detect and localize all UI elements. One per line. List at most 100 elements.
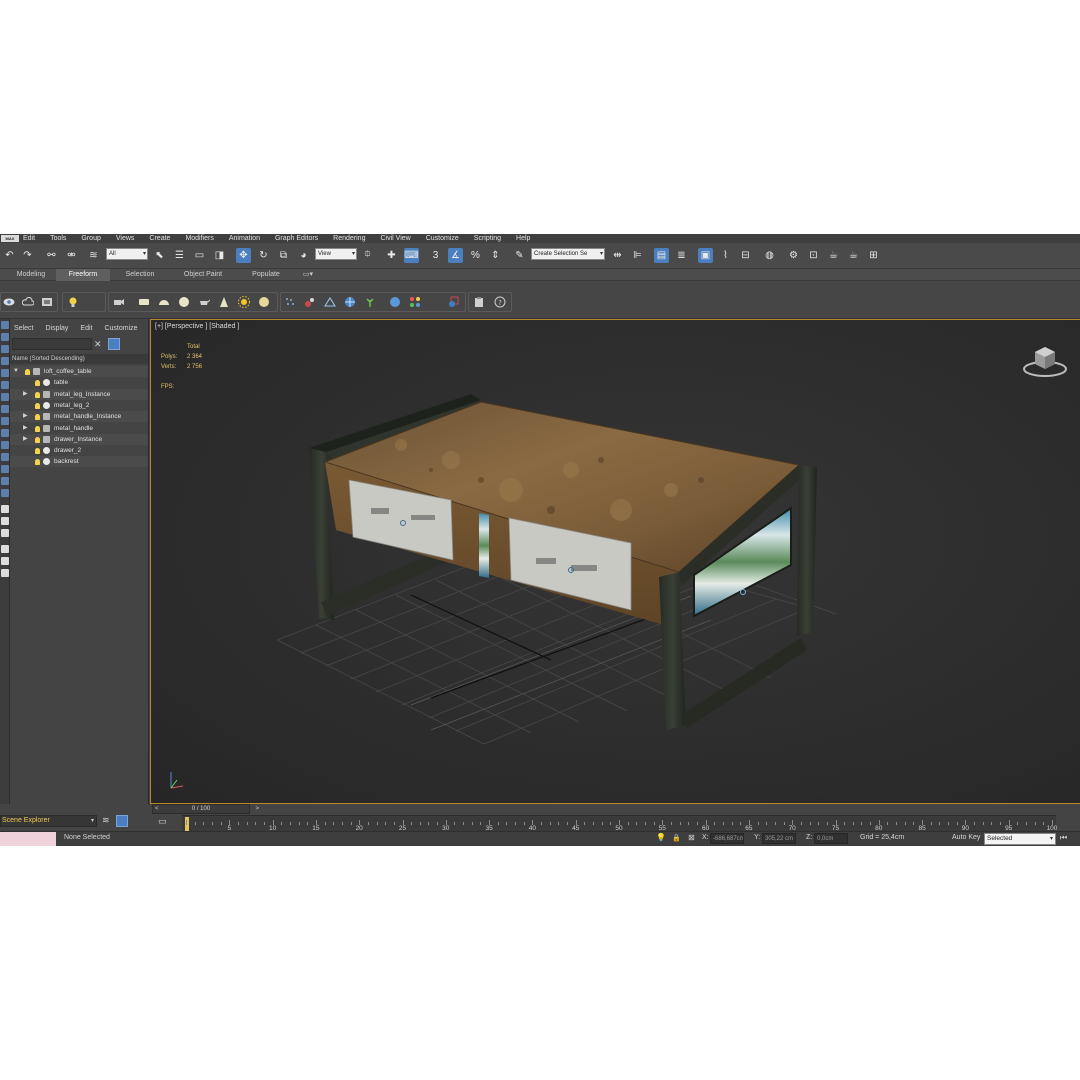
- find-icon[interactable]: [1, 545, 9, 553]
- undo-icon[interactable]: ↶: [2, 248, 17, 263]
- display-influences-icon[interactable]: [1, 489, 9, 497]
- perspective-viewport[interactable]: [+] [Perspective ] [Shaded ] Total Polys…: [150, 319, 1080, 804]
- select-none-icon[interactable]: [1, 529, 9, 537]
- select-all-icon[interactable]: [1, 517, 9, 525]
- sun-icon[interactable]: [237, 295, 251, 309]
- globe-icon[interactable]: [343, 295, 357, 309]
- visibility-bulb-icon[interactable]: [35, 402, 40, 409]
- select-and-rotate-icon[interactable]: ↻: [256, 248, 271, 263]
- plane-icon[interactable]: [137, 295, 151, 309]
- plant-icon[interactable]: [363, 295, 377, 309]
- schematic-view-icon[interactable]: ⊟: [738, 248, 753, 263]
- explorer-menu-edit[interactable]: Edit: [80, 325, 92, 332]
- display-cameras-icon[interactable]: [1, 369, 9, 377]
- eye-icon[interactable]: [2, 295, 16, 309]
- explorer-column-header[interactable]: Name (Sorted Descending): [10, 354, 148, 364]
- display-helpers-icon[interactable]: [1, 381, 9, 389]
- align-icon[interactable]: ⊫: [630, 248, 645, 263]
- time-slider-prev[interactable]: <: [155, 805, 159, 813]
- visibility-bulb-icon[interactable]: [35, 391, 40, 398]
- collapse-arrow-icon[interactable]: ▼: [13, 366, 19, 377]
- viewport-label[interactable]: [+] [Perspective ] [Shaded ]: [155, 323, 239, 330]
- tree-row[interactable]: ▶ metal_handle_Instance: [10, 411, 148, 423]
- ribbon-options-icon[interactable]: ▭▾: [298, 269, 318, 281]
- display-geometry-icon[interactable]: [1, 333, 9, 341]
- layer-explorer-icon[interactable]: ≣: [674, 248, 689, 263]
- scene-explorer-select[interactable]: Scene Explorer: [0, 815, 97, 827]
- z-coordinate-field[interactable]: 0,0cm: [814, 833, 848, 844]
- explorer-search-input[interactable]: [12, 338, 92, 350]
- display-bones-icon[interactable]: [1, 429, 9, 437]
- display-hidden-icon[interactable]: [1, 465, 9, 473]
- link-icon[interactable]: ⚯: [44, 248, 59, 263]
- menu-help[interactable]: Help: [516, 235, 530, 242]
- layer-sort-icon[interactable]: [1, 569, 9, 577]
- display-spacewarps-icon[interactable]: [1, 393, 9, 401]
- curve-editor-icon[interactable]: ⌇: [718, 248, 733, 263]
- tree-row[interactable]: ▼ loft_coffee_table: [10, 366, 148, 377]
- cloud-icon[interactable]: [21, 295, 35, 309]
- help-icon[interactable]: ?: [493, 295, 507, 309]
- tree-row[interactable]: drawer_2: [10, 445, 148, 456]
- select-manipulate-icon[interactable]: ✚: [384, 248, 399, 263]
- keyboard-shortcut-override-icon[interactable]: ⌨: [404, 248, 419, 263]
- percent-snap-icon[interactable]: %: [468, 248, 483, 263]
- clipboard-icon[interactable]: [472, 295, 486, 309]
- display-groups-icon[interactable]: [1, 405, 9, 413]
- named-selection-select[interactable]: Create Selection Se: [531, 248, 605, 260]
- snaps-toggle-icon[interactable]: 3: [428, 248, 443, 263]
- render-setup-icon[interactable]: ⚙: [786, 248, 801, 263]
- visibility-bulb-icon[interactable]: [35, 425, 40, 432]
- track-bar-icon[interactable]: ▭: [158, 816, 172, 827]
- clear-search-icon[interactable]: ✕: [94, 339, 102, 350]
- select-and-move-icon[interactable]: ✥: [236, 248, 251, 263]
- menu-tools[interactable]: Tools: [50, 235, 66, 242]
- pivot-center-icon[interactable]: ⯐: [360, 248, 375, 263]
- y-coordinate-field[interactable]: 305,22 cm: [762, 833, 796, 844]
- select-and-scale-icon[interactable]: ⧉: [276, 248, 291, 263]
- display-containers-icon[interactable]: [1, 441, 9, 449]
- explorer-filter-icon[interactable]: [108, 338, 120, 350]
- absolute-mode-icon[interactable]: ⊠: [688, 833, 695, 842]
- particles-icon[interactable]: [283, 295, 297, 309]
- visibility-bulb-icon[interactable]: [35, 448, 40, 455]
- render-in-cloud-icon[interactable]: ⊞: [866, 248, 881, 263]
- visibility-bulb-icon[interactable]: [35, 459, 40, 466]
- tab-selection[interactable]: Selection: [114, 269, 166, 281]
- lock-icon[interactable]: 🔒: [672, 834, 681, 842]
- menu-views[interactable]: Views: [116, 235, 135, 242]
- app-logo[interactable]: MAX: [1, 235, 19, 242]
- display-frozen-icon[interactable]: [1, 453, 9, 461]
- visibility-bulb-icon[interactable]: [35, 380, 40, 387]
- cone-icon[interactable]: [217, 295, 231, 309]
- bind-space-warp-icon[interactable]: ≋: [86, 248, 101, 263]
- menu-customize[interactable]: Customize: [426, 235, 459, 242]
- expand-arrow-icon[interactable]: ▶: [23, 411, 28, 422]
- sync-selection-icon[interactable]: [1, 505, 9, 513]
- tree-row[interactable]: ▶ metal_leg_Instance: [10, 388, 148, 400]
- menu-animation[interactable]: Animation: [229, 235, 260, 242]
- render-iterative-icon[interactable]: ☕: [846, 248, 861, 263]
- angle-snap-icon[interactable]: ∡: [448, 248, 463, 263]
- unlink-icon[interactable]: ⚮: [64, 248, 79, 263]
- menu-modifiers[interactable]: Modifiers: [185, 235, 213, 242]
- tree-row[interactable]: ▶ metal_handle: [10, 423, 148, 434]
- menu-edit[interactable]: Edit: [23, 235, 35, 242]
- dome-icon[interactable]: [157, 295, 171, 309]
- display-shapes-icon[interactable]: [1, 345, 9, 353]
- window-crossing-icon[interactable]: ◨: [212, 248, 227, 263]
- tab-populate[interactable]: Populate: [240, 269, 292, 281]
- light-bulb-icon[interactable]: [66, 295, 80, 309]
- selection-filter-select[interactable]: All: [106, 248, 148, 260]
- visibility-bulb-icon[interactable]: [35, 414, 40, 421]
- material-editor-icon[interactable]: ◍: [762, 248, 777, 263]
- viewcube-icon[interactable]: [1022, 342, 1068, 378]
- image-icon[interactable]: [40, 295, 54, 309]
- redo-icon[interactable]: ↷: [20, 248, 35, 263]
- explorer-menu-display[interactable]: Display: [45, 325, 68, 332]
- tab-modeling[interactable]: Modeling: [8, 269, 54, 281]
- menu-civil-view[interactable]: Civil View: [380, 235, 410, 242]
- menu-rendering[interactable]: Rendering: [333, 235, 365, 242]
- edit-named-selection-icon[interactable]: ✎: [512, 248, 527, 263]
- object-color-icon[interactable]: [446, 295, 460, 309]
